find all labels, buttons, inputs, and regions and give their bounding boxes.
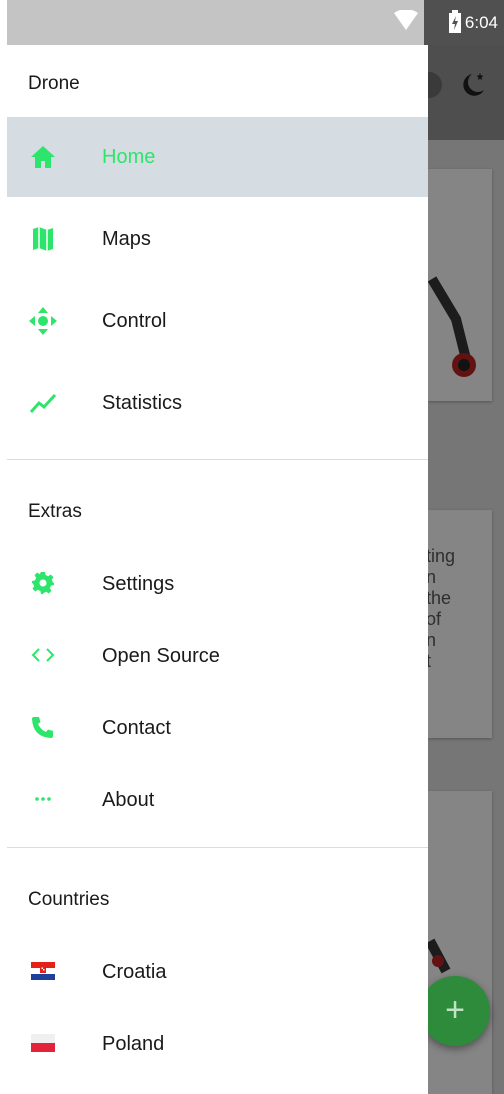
nav-item-control[interactable]: Control xyxy=(7,281,428,361)
trend-line-icon xyxy=(28,388,58,418)
croatia-flag-icon xyxy=(28,956,58,986)
status-bar: 6:04 xyxy=(7,0,504,45)
nav-item-label: Statistics xyxy=(102,392,183,414)
night-mode-icon[interactable] xyxy=(458,70,488,100)
poland-flag-icon xyxy=(28,1028,58,1058)
nav-item-croatia[interactable]: Croatia xyxy=(7,935,428,1007)
drawer-scrim[interactable] xyxy=(428,45,504,1094)
move-arrows-icon xyxy=(28,306,58,336)
section-divider xyxy=(7,847,428,848)
ellipsis-icon xyxy=(28,784,58,814)
section-header-extras: Extras xyxy=(28,501,82,522)
nav-item-label: Contact xyxy=(102,717,171,739)
map-icon xyxy=(28,224,58,254)
section-header-drone: Drone xyxy=(28,73,80,94)
status-time: 6:04 xyxy=(464,13,498,32)
code-brackets-icon xyxy=(28,640,58,670)
nav-item-label: Croatia xyxy=(102,961,167,983)
nav-item-poland[interactable]: Poland xyxy=(7,1007,428,1079)
section-divider xyxy=(7,459,428,460)
battery-icon xyxy=(449,10,461,33)
navigation-drawer: Drone Home Maps Control Statistics Extra… xyxy=(7,45,428,1094)
nav-item-label: Home xyxy=(102,146,156,168)
nav-item-contact[interactable]: Contact xyxy=(7,691,428,763)
gear-icon xyxy=(28,568,58,598)
wifi-icon xyxy=(394,10,418,30)
nav-item-settings[interactable]: Settings xyxy=(7,547,428,619)
nav-item-statistics[interactable]: Statistics xyxy=(7,363,428,443)
phone-icon xyxy=(28,712,58,742)
nav-item-label: Settings xyxy=(102,573,175,595)
screen-edge xyxy=(0,0,7,1094)
nav-item-about[interactable]: About xyxy=(7,763,428,835)
nav-item-label: About xyxy=(102,789,155,811)
add-fab-button[interactable]: + xyxy=(420,976,490,1046)
nav-item-label: Maps xyxy=(102,228,151,250)
home-icon xyxy=(28,142,58,172)
nav-item-label: Poland xyxy=(102,1033,165,1055)
nav-item-label: Open Source xyxy=(102,645,220,667)
nav-item-maps[interactable]: Maps xyxy=(7,199,428,279)
section-header-countries: Countries xyxy=(28,889,110,910)
nav-item-open-source[interactable]: Open Source xyxy=(7,619,428,691)
nav-item-home[interactable]: Home xyxy=(7,117,428,197)
nav-item-label: Control xyxy=(102,310,167,332)
